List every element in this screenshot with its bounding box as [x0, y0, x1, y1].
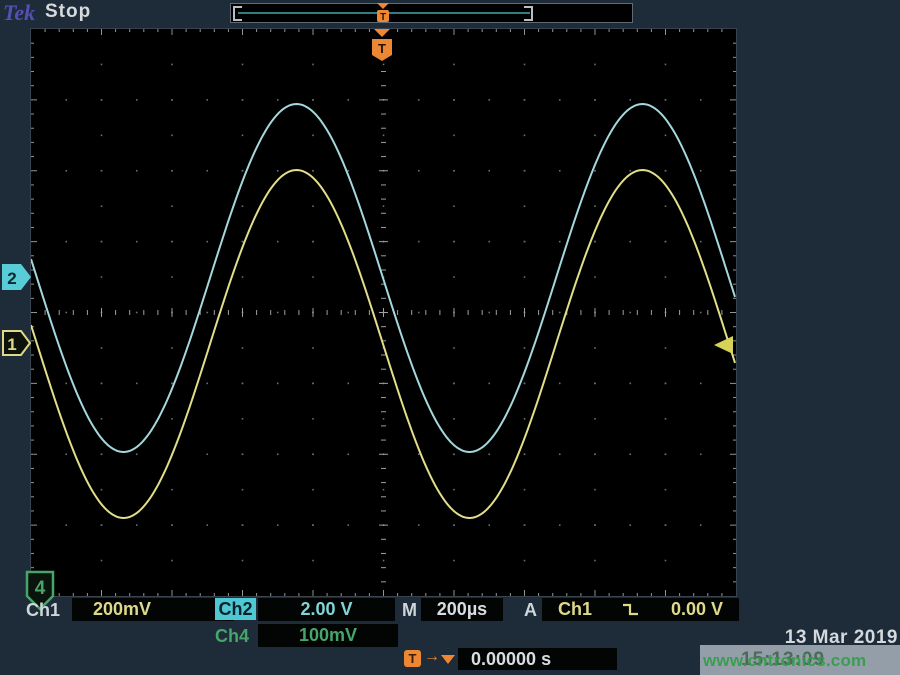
svg-text:1: 1 — [7, 335, 16, 354]
ch1-scale-readout: 200mV — [72, 598, 234, 621]
trigger-position-marker-icon: T — [369, 29, 395, 62]
svg-text:T: T — [378, 41, 386, 56]
trigger-level-arrow-icon — [712, 335, 734, 355]
timebase-readout: 200µs — [421, 598, 503, 621]
graticule — [30, 28, 737, 597]
oscilloscope-screen: Tek Stop T T 2 1 4 Ch1 200mV Ch2 2.00 — [0, 0, 900, 675]
grid-and-waves-svg — [31, 29, 736, 596]
ch2-scale-readout: 2.00 V — [258, 598, 395, 621]
trigger-readout: Ch1 0.00 V — [542, 598, 739, 621]
svg-text:4: 4 — [35, 578, 46, 599]
ch2-position-marker: 2 — [2, 263, 32, 291]
acquisition-state: Stop — [45, 1, 91, 23]
trigger-source: Ch1 — [558, 598, 592, 621]
ch1-label: Ch1 — [26, 600, 60, 621]
falling-edge-icon — [622, 602, 640, 617]
watermark-text: www.cntronics.com — [703, 651, 866, 671]
ch4-scale-readout: 100mV — [258, 624, 398, 647]
ch4-label: Ch4 — [215, 626, 249, 647]
trigger-mode-label: A — [524, 600, 537, 621]
ch1-waveform — [31, 170, 735, 518]
svg-text:2: 2 — [7, 269, 16, 288]
ch1-position-marker: 1 — [2, 329, 32, 357]
trigger-delay-down-triangle-icon — [441, 655, 455, 664]
ch2-selected-tab: Ch2 — [215, 598, 256, 620]
trigger-delay-t-icon: T — [404, 650, 421, 667]
tek-logo: Tek — [3, 0, 35, 26]
trigger-delay-readout: 0.00000 s — [458, 648, 617, 670]
trigger-level: 0.00 V — [671, 598, 723, 621]
timebase-label: M — [402, 600, 417, 621]
trigger-delay-arrow-icon: → — [424, 648, 440, 666]
record-trigger-position-icon: T — [375, 3, 391, 23]
record-view-bar: T — [230, 3, 633, 23]
svg-text:T: T — [380, 12, 386, 23]
